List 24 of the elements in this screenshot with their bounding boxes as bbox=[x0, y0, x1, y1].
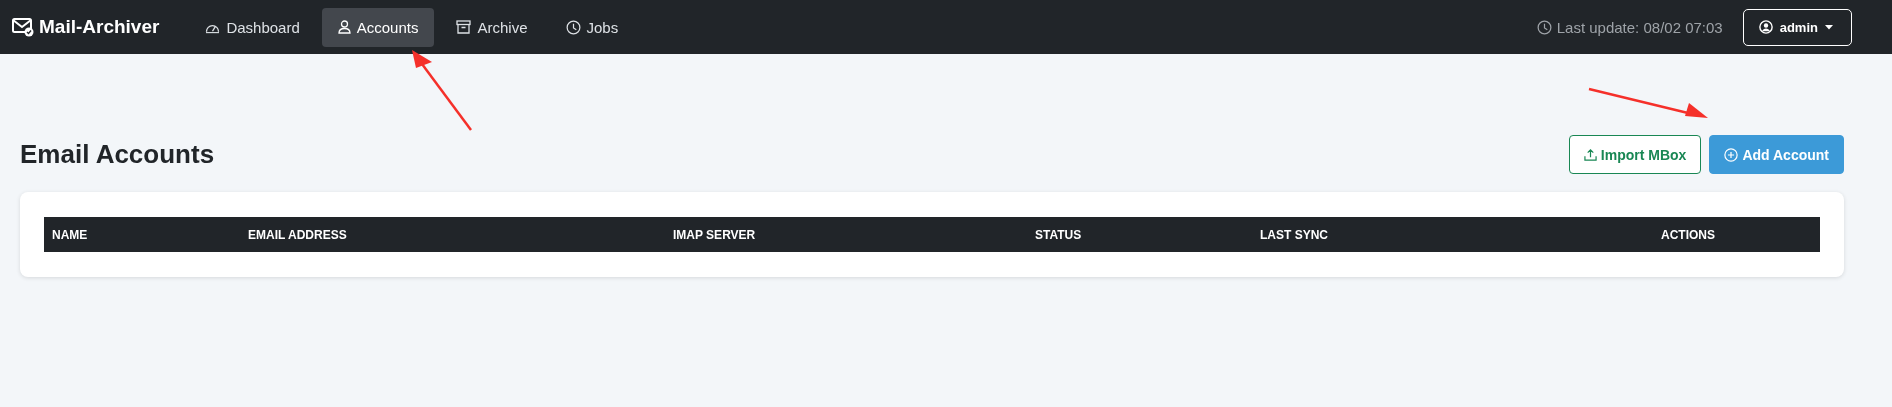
user-circle-icon bbox=[1758, 20, 1773, 34]
nav-link[interactable]: Jobs bbox=[549, 7, 635, 47]
plus-circle-icon bbox=[1724, 147, 1739, 162]
column-header: STATUS bbox=[1035, 227, 1083, 242]
column-header: EMAIL ADDRESS bbox=[248, 227, 348, 242]
brand-link[interactable]: Mail-Archiver bbox=[12, 16, 160, 38]
envelope-check-icon bbox=[12, 17, 34, 37]
clock-icon bbox=[1536, 19, 1552, 35]
caret-icon bbox=[1825, 24, 1833, 30]
nav-link[interactable]: Dashboard bbox=[189, 7, 316, 47]
import-button[interactable]: Import MBox bbox=[1568, 135, 1702, 174]
upload-icon bbox=[1583, 148, 1597, 161]
column-header: ACTIONS bbox=[1661, 227, 1716, 242]
clock-icon bbox=[565, 19, 581, 35]
person-icon bbox=[337, 20, 351, 34]
column-header: LAST SYNC bbox=[1260, 227, 1329, 242]
nav-link[interactable]: Accounts bbox=[321, 7, 435, 47]
column-header: NAME bbox=[52, 227, 89, 242]
user-menu-button[interactable]: admin bbox=[1742, 8, 1852, 46]
page-title: Email Accounts bbox=[20, 139, 215, 170]
nav-link[interactable]: Archive bbox=[440, 7, 544, 47]
column-header: IMAP SERVER bbox=[673, 227, 757, 242]
last-update-text: Last update: 08/02 07:03 bbox=[1536, 18, 1723, 36]
archive-icon bbox=[456, 20, 472, 34]
